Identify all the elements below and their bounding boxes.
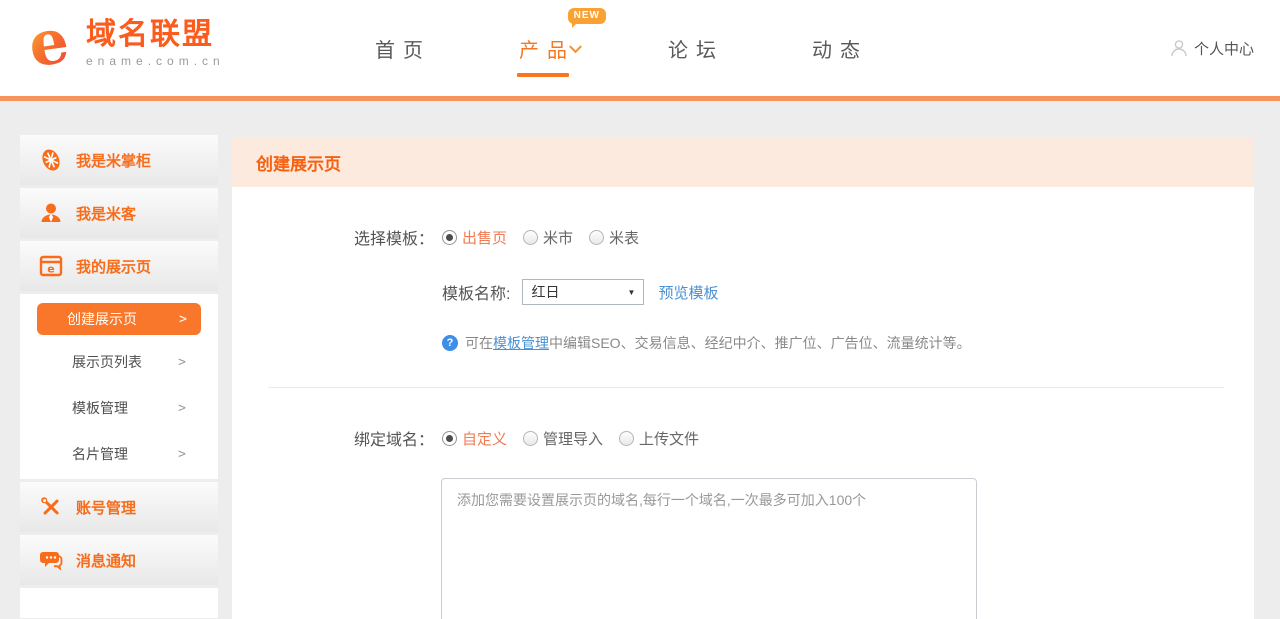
brand-name: 域名联盟 xyxy=(86,18,225,52)
chevron-right-icon: > xyxy=(178,447,186,462)
logo[interactable]: e 域名联盟 ename.com.cn xyxy=(18,8,225,78)
sidebar-item-notifications[interactable]: 消息通知 xyxy=(20,535,218,585)
sidebar-item-mi-shopkeeper[interactable]: 我是米掌柜 xyxy=(20,135,218,185)
domain-list-textarea[interactable] xyxy=(441,478,977,619)
page-title: 创建展示页 xyxy=(256,150,341,175)
template-manage-link[interactable]: 模板管理 xyxy=(493,335,549,351)
template-name-value: 红日 xyxy=(531,282,559,302)
sidebar-submenu: 创建展示页 > 展示页列表 > 模板管理 > 名片管理 > xyxy=(20,294,218,479)
sidebar-item-label: 消息通知 xyxy=(76,550,136,571)
new-badge: NEW xyxy=(568,8,606,24)
nav-products[interactable]: NEW 产品 xyxy=(519,34,580,63)
radio-unchecked-icon xyxy=(589,230,604,245)
submenu-item-label: 模板管理 xyxy=(72,398,128,418)
bind-domain-radio-group: 自定义 管理导入 上传文件 xyxy=(442,428,699,449)
person-icon xyxy=(1169,38,1189,58)
preview-template-link[interactable]: 预览模板 xyxy=(658,282,718,303)
header-accent-bar xyxy=(0,96,1280,101)
user-center-link[interactable]: 个人中心 xyxy=(1169,0,1254,96)
mi-coin-icon xyxy=(38,147,64,173)
create-showcase-form: 选择模板： 出售页 米市 米表 模板 xyxy=(232,187,1254,619)
submenu-item-label: 展示页列表 xyxy=(72,352,142,372)
page: e 域名联盟 ename.com.cn 首页 NEW 产品 论坛 动态 个人中心 xyxy=(0,0,1280,619)
help-text: 可在模板管理中编辑SEO、交易信息、经纪中介、推广位、广告位、流量统计等。 xyxy=(465,333,971,353)
nav-products-label: 产品 xyxy=(519,40,575,62)
radio-custom[interactable]: 自定义 xyxy=(442,428,507,449)
sidebar: 我是米掌柜 我是米客 e 我的展示页 创建展示页 > 展示页列表 > xyxy=(20,135,218,618)
sidebar-item-label: 我是米客 xyxy=(76,203,136,224)
radio-checked-icon xyxy=(442,230,457,245)
submenu-item-create-showcase[interactable]: 创建展示页 > xyxy=(37,303,201,335)
section-divider xyxy=(268,387,1224,388)
submenu-item-card-manage[interactable]: 名片管理 > xyxy=(20,431,218,477)
template-name-label: 模板名称: xyxy=(442,280,510,304)
chevron-right-icon: > xyxy=(178,401,186,416)
chevron-right-icon: > xyxy=(178,355,186,370)
chat-bubbles-icon xyxy=(38,547,64,573)
main-content: 创建展示页 选择模板： 出售页 米市 米表 xyxy=(232,137,1254,619)
sidebar-item-label: 账号管理 xyxy=(76,497,136,518)
submenu-item-template-manage[interactable]: 模板管理 > xyxy=(20,385,218,431)
user-center-label: 个人中心 xyxy=(1194,38,1254,59)
radio-sale-page[interactable]: 出售页 xyxy=(442,227,507,248)
radio-unchecked-icon xyxy=(523,230,538,245)
sidebar-item-my-showcase[interactable]: e 我的展示页 xyxy=(20,241,218,291)
radio-unchecked-icon xyxy=(523,431,538,446)
tools-icon xyxy=(38,494,64,520)
radio-manage-import[interactable]: 管理导入 xyxy=(523,428,603,449)
main-nav: 首页 NEW 产品 论坛 动态 xyxy=(375,0,868,96)
sidebar-item-label: 我是米掌柜 xyxy=(76,150,151,171)
top-header: e 域名联盟 ename.com.cn 首页 NEW 产品 论坛 动态 个人中心 xyxy=(0,0,1280,96)
page-title-bar: 创建展示页 xyxy=(232,137,1254,187)
sidebar-item-account-manage[interactable]: 账号管理 xyxy=(20,482,218,532)
radio-checked-icon xyxy=(442,431,457,446)
nav-forum[interactable]: 论坛 xyxy=(668,34,724,63)
person-badge-icon xyxy=(38,200,64,226)
browser-e-icon: e xyxy=(38,253,64,279)
submenu-item-label: 名片管理 xyxy=(72,444,128,464)
svg-text:e: e xyxy=(47,263,54,276)
radio-mi-table[interactable]: 米表 xyxy=(589,227,639,248)
template-type-row: 选择模板： 出售页 米市 米表 xyxy=(232,225,1254,249)
template-type-radio-group: 出售页 米市 米表 xyxy=(442,227,639,248)
domain-textarea-row xyxy=(232,478,1254,619)
help-icon: ? xyxy=(442,335,458,351)
radio-mi-market[interactable]: 米市 xyxy=(523,227,573,248)
nav-news[interactable]: 动态 xyxy=(812,34,868,63)
template-help-row: ? 可在模板管理中编辑SEO、交易信息、经纪中介、推广位、广告位、流量统计等。 xyxy=(232,333,1254,353)
template-name-select[interactable]: 红日 ▼ xyxy=(522,279,644,305)
radio-unchecked-icon xyxy=(619,431,634,446)
nav-home[interactable]: 首页 xyxy=(375,34,431,63)
submenu-item-label: 创建展示页 xyxy=(67,309,137,329)
nav-active-underline xyxy=(517,73,569,77)
sidebar-footer-panel xyxy=(20,588,218,618)
chevron-right-icon: > xyxy=(179,312,187,327)
bind-domain-label: 绑定域名： xyxy=(232,426,434,450)
select-arrow-icon: ▼ xyxy=(628,288,636,297)
sidebar-item-label: 我的展示页 xyxy=(76,256,151,277)
bind-domain-row: 绑定域名： 自定义 管理导入 上传文件 xyxy=(232,426,1254,450)
sidebar-item-mi-guest[interactable]: 我是米客 xyxy=(20,188,218,238)
radio-upload-file[interactable]: 上传文件 xyxy=(619,428,699,449)
brand-domain: ename.com.cn xyxy=(86,54,225,68)
template-type-label: 选择模板： xyxy=(232,225,434,249)
logo-icon: e xyxy=(18,8,80,78)
template-name-row: 模板名称: 红日 ▼ 预览模板 xyxy=(232,279,1254,305)
submenu-item-showcase-list[interactable]: 展示页列表 > xyxy=(20,339,218,385)
